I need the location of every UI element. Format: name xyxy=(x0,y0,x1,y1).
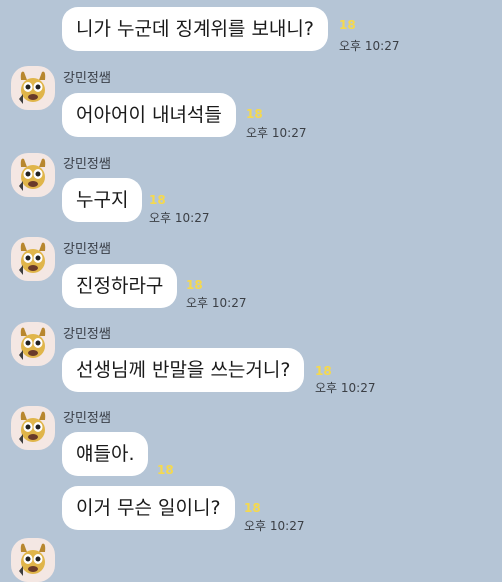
sender-name: 강민정쌤 xyxy=(63,157,111,172)
message-time: 오후 10:27 xyxy=(149,211,210,225)
unread-count: 18 xyxy=(246,107,263,121)
character-avatar-image xyxy=(19,411,46,444)
character-avatar-image xyxy=(19,543,46,576)
unread-count: 18 xyxy=(315,364,332,378)
message-bubble[interactable]: 얘들아. xyxy=(62,432,149,476)
unread-count: 18 xyxy=(149,193,166,207)
sender-name: 강민정쌤 xyxy=(63,71,111,86)
sender-name: 강민정쌤 xyxy=(63,411,111,426)
message-bubble[interactable]: 누구지 xyxy=(62,178,143,222)
message-text: 선생님께 반말을 쓰는거니? xyxy=(76,358,291,381)
message-time: 오후 10:27 xyxy=(339,39,400,53)
avatar[interactable] xyxy=(11,237,55,281)
sender-name: 강민정쌤 xyxy=(63,242,111,257)
message-bubble[interactable]: 선생님께 반말을 쓰는거니? xyxy=(62,348,305,392)
message-text: 진정하라구 xyxy=(76,274,164,297)
message-bubble[interactable]: 어아어이 내녀석들 xyxy=(62,93,236,137)
message-bubble[interactable]: 진정하라구 xyxy=(62,264,178,308)
character-avatar-image xyxy=(19,158,46,191)
avatar[interactable] xyxy=(11,538,55,582)
message-text: 얘들아. xyxy=(76,442,135,465)
character-avatar-image xyxy=(19,242,46,275)
message-text: 이거 무슨 일이니? xyxy=(76,496,221,519)
character-avatar-image xyxy=(19,327,46,360)
sender-name: 강민정쌤 xyxy=(63,327,111,342)
avatar[interactable] xyxy=(11,406,55,450)
message-text: 어아어이 내녀석들 xyxy=(76,103,222,126)
message-text: 니가 누군데 징계위를 보내니? xyxy=(76,17,314,40)
unread-count: 18 xyxy=(186,278,203,292)
message-bubble[interactable]: 니가 누군데 징계위를 보내니? xyxy=(62,7,328,51)
message-time: 오후 10:27 xyxy=(244,519,305,533)
avatar[interactable] xyxy=(11,153,55,197)
avatar[interactable] xyxy=(11,66,55,110)
message-text: 누구지 xyxy=(76,188,129,211)
character-avatar-image xyxy=(19,71,46,104)
avatar[interactable] xyxy=(11,322,55,366)
message-bubble[interactable]: 이거 무슨 일이니? xyxy=(62,486,235,530)
message-time: 오후 10:27 xyxy=(246,126,307,140)
unread-count: 18 xyxy=(339,18,356,32)
message-time: 오후 10:27 xyxy=(186,296,247,310)
unread-count: 18 xyxy=(244,501,261,515)
message-time: 오후 10:27 xyxy=(315,381,376,395)
unread-count: 18 xyxy=(157,463,174,477)
